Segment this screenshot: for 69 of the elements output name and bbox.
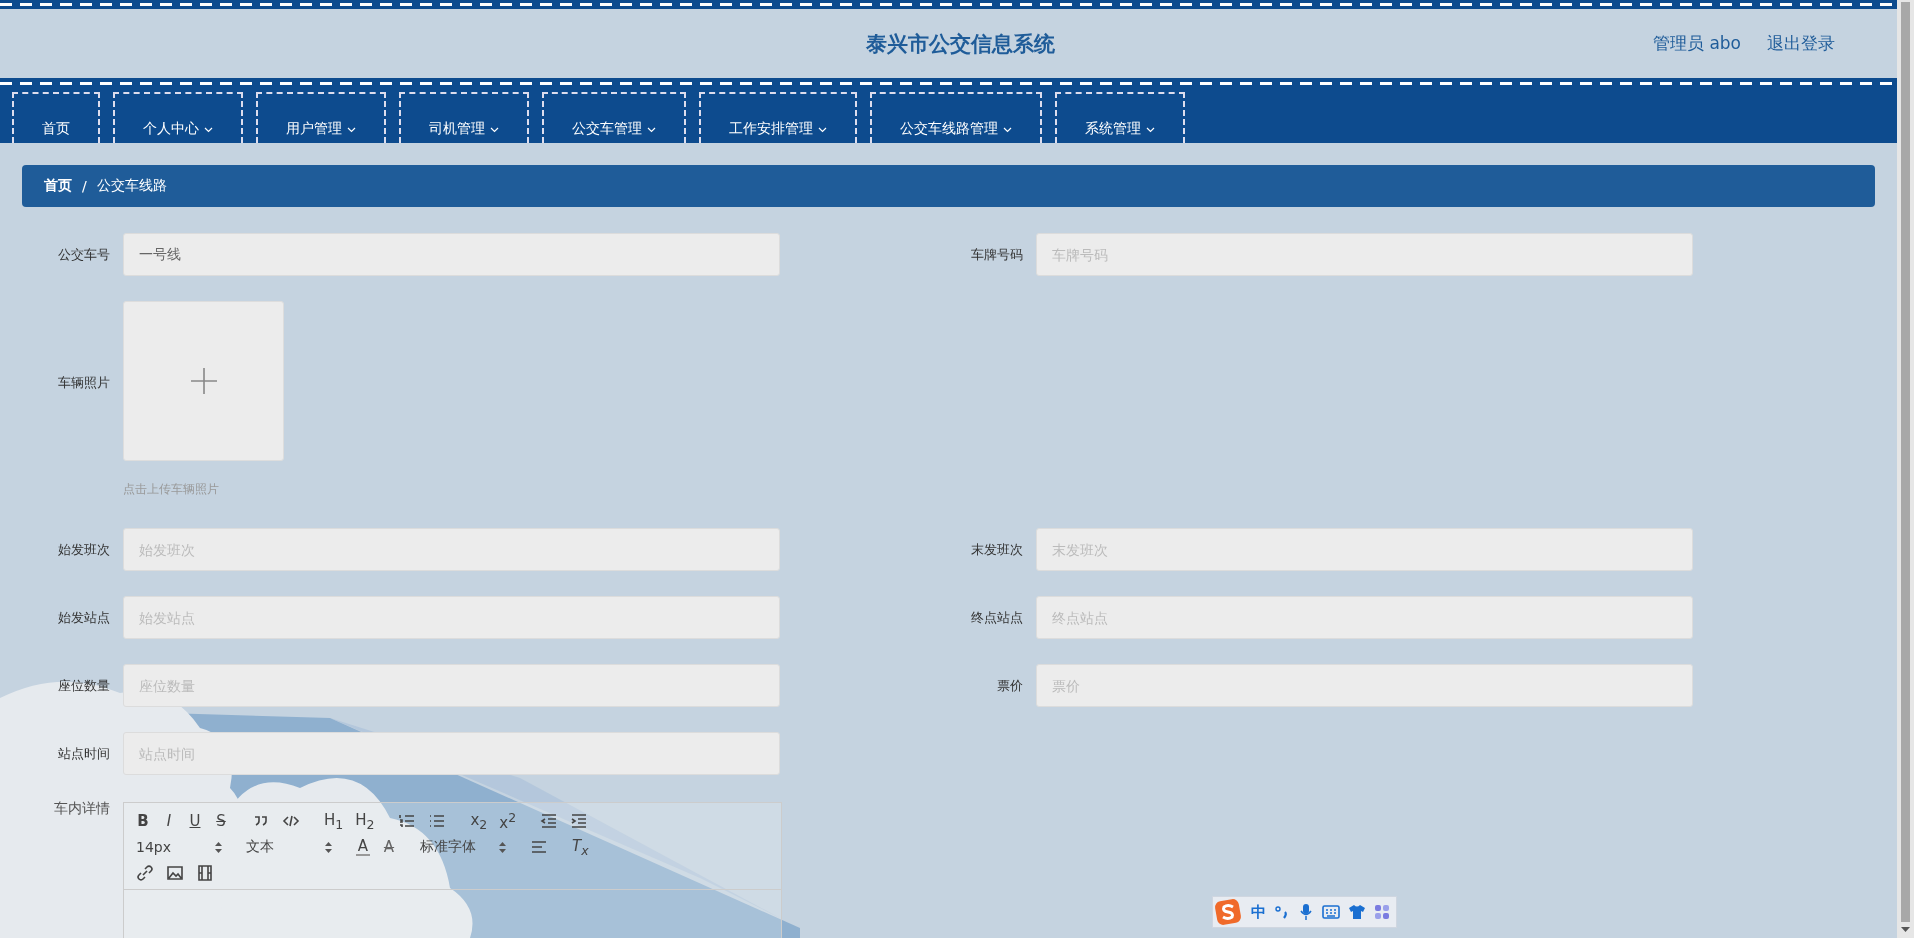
ime-logo-icon bbox=[1213, 897, 1243, 927]
chevron-down-icon bbox=[818, 127, 827, 133]
underline-button[interactable]: U bbox=[188, 812, 202, 830]
keyboard-icon[interactable] bbox=[1322, 905, 1340, 919]
user-name: 管理员 abo bbox=[1653, 32, 1741, 55]
breadcrumb-link[interactable]: 首页 bbox=[44, 177, 72, 195]
breadcrumb-separator: / bbox=[82, 178, 87, 194]
link-icon[interactable] bbox=[136, 864, 154, 882]
field-label: 车内详情 bbox=[53, 800, 110, 818]
nav-tab[interactable]: 系统管理 bbox=[1055, 92, 1185, 143]
chevron-down-icon bbox=[347, 127, 356, 133]
nav-tab[interactable]: 个人中心 bbox=[113, 92, 243, 143]
toolbar-select[interactable]: 14px bbox=[136, 839, 222, 855]
rich-text-editor[interactable]: B I U S H$_{1}$ H$_{2}$ x$_{2}$ x$^{2}$ 14px 文本 A A 标准字体 T$_{x}$ bbox=[123, 802, 782, 938]
ime-mode[interactable]: 中 bbox=[1251, 902, 1266, 922]
scrollbar[interactable] bbox=[1897, 0, 1914, 938]
nav-tab[interactable]: 首页 bbox=[12, 92, 100, 143]
field-label: 公交车号 bbox=[57, 245, 110, 264]
align-icon[interactable] bbox=[530, 838, 548, 856]
nav-tab[interactable]: 用户管理 bbox=[256, 92, 386, 143]
italic-button[interactable]: I bbox=[162, 812, 176, 830]
updown-icon bbox=[325, 841, 332, 853]
nav-tab[interactable]: 司机管理 bbox=[399, 92, 529, 143]
script-button[interactable]: x$^{2}$ bbox=[499, 810, 517, 832]
field-label: 座位数量 bbox=[57, 676, 110, 695]
updown-icon bbox=[215, 841, 222, 853]
nav-tab[interactable]: 公交车管理 bbox=[542, 92, 686, 143]
toolbar-select[interactable]: 标准字体 bbox=[420, 838, 506, 856]
microphone-icon[interactable] bbox=[1298, 903, 1314, 921]
field-label: 末发班次 bbox=[970, 540, 1023, 559]
toolbar-select[interactable]: 文本 bbox=[246, 838, 332, 856]
scroll-down-icon[interactable] bbox=[1901, 927, 1910, 932]
field-label: 始发站点 bbox=[57, 608, 110, 627]
logout-link[interactable]: 退出登录 bbox=[1767, 32, 1835, 55]
field-label: 票价 bbox=[996, 676, 1023, 695]
image-icon[interactable] bbox=[166, 864, 184, 882]
chevron-down-icon bbox=[1146, 127, 1155, 133]
font-color-button[interactable]: A bbox=[356, 838, 370, 856]
field-label: 终点站点 bbox=[970, 608, 1023, 627]
site-title: 泰兴市公交信息系统 bbox=[866, 30, 1055, 58]
film-icon[interactable] bbox=[196, 864, 214, 882]
nav-tab[interactable]: 工作安排管理 bbox=[699, 92, 857, 143]
input-field[interactable]: 一号线 bbox=[123, 233, 780, 276]
shirt-icon[interactable] bbox=[1348, 904, 1366, 920]
strikethrough-button[interactable]: S bbox=[214, 812, 228, 830]
script-button[interactable]: x$_{2}$ bbox=[470, 810, 488, 832]
numbered-list-icon[interactable] bbox=[398, 812, 417, 830]
chevron-down-icon bbox=[1003, 127, 1012, 133]
breadcrumb-link[interactable]: 公交车线路 bbox=[96, 177, 167, 195]
nav-tab[interactable]: 公交车线路管理 bbox=[870, 92, 1042, 143]
bullet-list-icon[interactable] bbox=[428, 812, 447, 830]
heading-button[interactable]: H$_{2}$ bbox=[355, 810, 375, 832]
outdent-icon[interactable] bbox=[540, 812, 559, 830]
field-label: 站点时间 bbox=[57, 744, 110, 763]
punctuation-icon[interactable] bbox=[1274, 904, 1290, 920]
field-label: 车牌号码 bbox=[970, 245, 1023, 264]
clear-format-button[interactable]: T$_{x}$ bbox=[572, 836, 589, 858]
updown-icon bbox=[499, 841, 506, 853]
field-label: 车辆照片 bbox=[57, 374, 110, 392]
plus-icon bbox=[190, 368, 217, 394]
background-color-button[interactable]: A bbox=[382, 838, 396, 856]
indent-icon[interactable] bbox=[570, 812, 589, 830]
field-label: 始发班次 bbox=[57, 540, 110, 559]
apps-icon[interactable] bbox=[1374, 904, 1390, 920]
chevron-down-icon bbox=[647, 127, 656, 133]
bold-button[interactable]: B bbox=[136, 812, 150, 830]
heading-button[interactable]: H$_{1}$ bbox=[324, 810, 344, 832]
chevron-down-icon bbox=[204, 127, 213, 133]
chevron-down-icon bbox=[490, 127, 499, 133]
